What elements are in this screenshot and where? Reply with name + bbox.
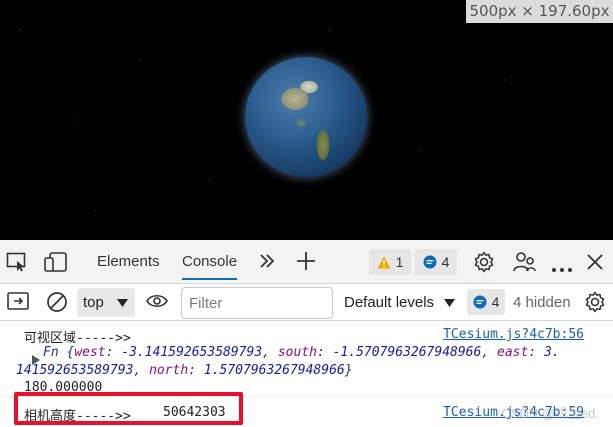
earth-globe[interactable] [245,57,367,177]
object-suffix: } [344,363,353,378]
tab-console[interactable]: Console [182,240,238,284]
more-tabs-icon[interactable] [259,253,281,273]
levels-label: Default levels [344,294,435,311]
close-devtools-icon[interactable] [586,253,608,273]
issues-badge[interactable]: 4 [467,289,505,315]
feedback-people-icon[interactable] [513,251,536,272]
east-key: east [497,345,529,360]
highlight-annotation-box [14,392,243,425]
messages-count: 4 [441,254,450,270]
inspect-element-icon[interactable] [6,252,28,272]
context-select[interactable]: top [77,288,135,317]
clear-console-icon[interactable] [46,291,68,312]
add-tab-icon[interactable] [296,251,318,271]
west-key: west [74,345,106,360]
filter-input[interactable] [181,287,333,319]
warnings-count: 1 [395,254,404,270]
devtools-tabbar: Elements Console 1 4 [0,240,613,284]
console-settings-gear-icon[interactable] [584,291,606,313]
settings-gear-icon[interactable] [473,251,495,273]
issues-count: 4 [491,294,500,310]
toggle-sidebar-icon[interactable] [7,292,29,312]
north-value: 1.5707963267948966 [203,363,345,378]
viewport-size-badge: 500px × 197.60px [466,0,613,23]
device-emulation-icon[interactable] [44,252,67,272]
object-prefix: Fn { [43,345,75,360]
tab-elements[interactable]: Elements [97,240,160,284]
more-options-icon[interactable] [551,260,573,280]
chevron-down-icon [117,299,128,307]
live-expression-eye-icon[interactable] [146,293,168,313]
warning-icon [377,256,391,268]
south-value: -1.5707963267948966 [332,345,482,360]
north-key: north [149,363,189,378]
south-key: south [277,345,317,360]
chevron-down-icon [444,299,456,308]
warnings-badge[interactable]: 1 [369,249,411,275]
log-line-visible-area: 可视区域----->> [24,331,131,346]
watermark: CSDN @戎昱ed. [501,406,599,421]
context-value: top [83,294,104,311]
rectangle-object-line2: 141592653589793, north: 1.57079632679489… [16,363,353,378]
source-link-line56[interactable]: TCesium.js?4c7b:56 [443,327,584,342]
default-levels-dropdown[interactable]: Default levels [344,284,456,321]
cesium-viewport[interactable]: 500px × 197.60px [0,0,613,240]
rectangle-object-line1[interactable]: Fn {west: -3.141592653589793, south: -1.… [43,345,560,360]
messages-badge[interactable]: 4 [415,249,457,275]
east-value-cont: 141592653589793 [16,363,134,378]
console-toolbar: top Default levels 4 4 hidden [0,284,613,321]
west-value: -3.141592653589793 [121,345,263,360]
hidden-count: 4 hidden [513,294,571,311]
message-icon [473,295,487,309]
east-value: 3. [543,345,560,360]
message-icon [423,255,437,269]
